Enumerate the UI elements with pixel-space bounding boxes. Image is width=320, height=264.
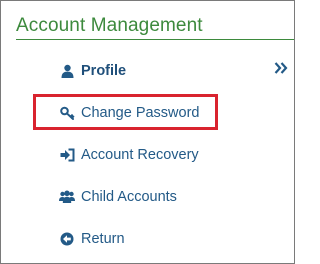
key-icon bbox=[59, 105, 75, 121]
account-management-panel: Account Management Profile Change Passwo… bbox=[0, 0, 295, 264]
title-divider bbox=[16, 39, 294, 40]
sidebar-item-profile[interactable]: Profile bbox=[59, 59, 126, 83]
double-chevron-right-icon bbox=[274, 61, 288, 79]
panel-header: Account Management bbox=[1, 1, 294, 41]
sign-in-icon bbox=[59, 147, 75, 163]
sidebar-item-label: Return bbox=[81, 231, 125, 247]
arrow-circle-left-icon bbox=[59, 231, 75, 247]
sidebar-item-label: Change Password bbox=[81, 105, 200, 121]
sidebar-item-return[interactable]: Return bbox=[59, 227, 125, 251]
user-icon bbox=[59, 63, 75, 79]
collapse-sidebar-button[interactable] bbox=[273, 61, 289, 79]
sidebar-item-label: Profile bbox=[81, 63, 127, 79]
sidebar-item-label: Account Recovery bbox=[81, 147, 199, 163]
page-title: Account Management bbox=[16, 15, 203, 36]
users-icon bbox=[59, 189, 75, 205]
sidebar-item-change-password[interactable]: Change Password bbox=[59, 101, 200, 125]
sidebar-item-label: Child Accounts bbox=[81, 189, 177, 205]
sidebar-item-child-accounts[interactable]: Child Accounts bbox=[59, 185, 177, 209]
sidebar-item-account-recovery[interactable]: Account Recovery bbox=[59, 143, 199, 167]
